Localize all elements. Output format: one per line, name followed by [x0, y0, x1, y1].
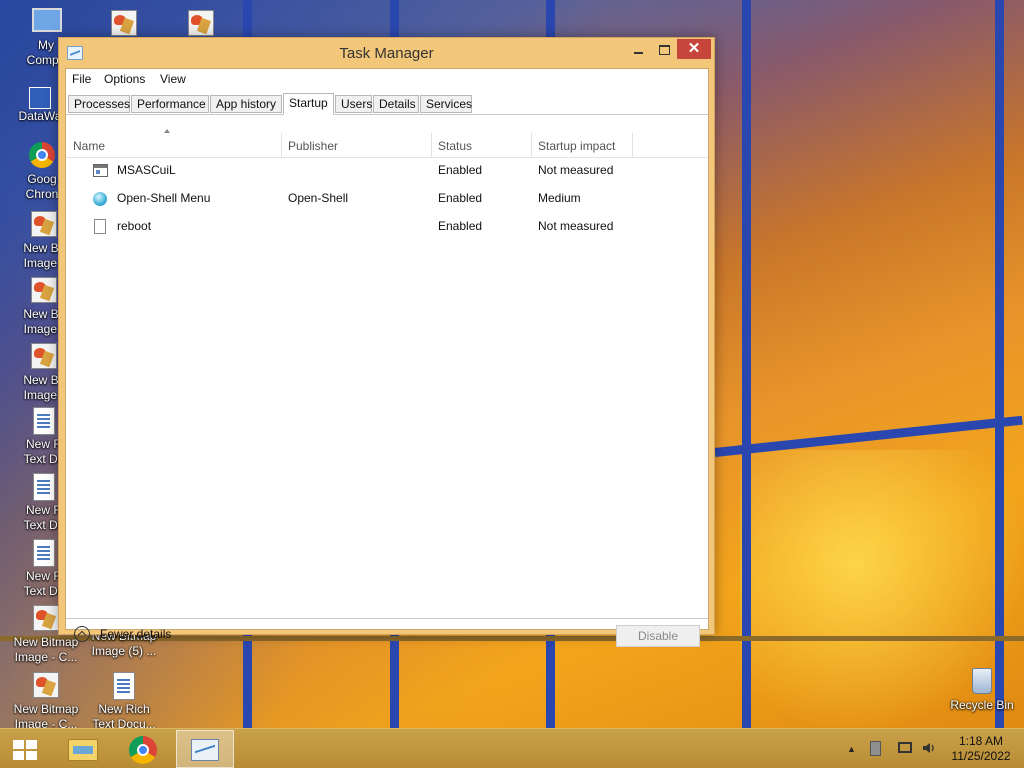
menu-bar: File Options View	[66, 69, 708, 91]
column-divider[interactable]	[531, 133, 532, 157]
bitmap-image-icon	[188, 10, 214, 36]
app-window-icon	[93, 164, 108, 177]
row-name: Open-Shell Menu	[117, 191, 211, 205]
chrome-icon	[29, 142, 55, 168]
taskbar-task-manager[interactable]	[176, 730, 234, 768]
row-impact: Medium	[538, 191, 581, 205]
menu-file[interactable]: File	[72, 72, 91, 86]
shell-icon	[93, 192, 107, 206]
row-publisher: Open-Shell	[288, 191, 349, 205]
system-clock[interactable]: 1:18 AM 11/25/2022	[946, 734, 1016, 764]
column-divider[interactable]	[431, 133, 432, 157]
chrome-icon	[129, 736, 157, 764]
volume-icon[interactable]	[922, 741, 936, 755]
rich-text-document-icon	[33, 407, 55, 435]
recycle-bin-icon	[972, 668, 992, 694]
window-content: File Options View Processes Performance …	[65, 68, 709, 647]
bitmap-image-icon	[111, 10, 137, 36]
tab-users[interactable]: Users	[335, 95, 372, 113]
show-hidden-icons-chevron-icon[interactable]: ▲	[847, 744, 856, 754]
shortcut-icon	[29, 87, 51, 109]
column-startup-impact[interactable]: Startup impact	[538, 139, 615, 153]
tab-startup[interactable]: Startup	[283, 93, 334, 115]
title-bar[interactable]: Task Manager ✕	[59, 38, 714, 68]
bitmap-image-icon	[31, 343, 57, 369]
table-row[interactable]: reboot Enabled Not measured	[66, 213, 708, 241]
minimize-button[interactable]	[625, 39, 651, 59]
task-manager-window: Task Manager ✕ File Options View Process…	[58, 37, 715, 647]
wallpaper-frame	[995, 0, 1004, 728]
desktop-icon-bitmap[interactable]	[88, 10, 160, 40]
minimize-icon	[633, 51, 643, 54]
rich-text-document-icon	[33, 539, 55, 567]
clock-time: 1:18 AM	[958, 734, 1004, 748]
tab-details[interactable]: Details	[373, 95, 419, 113]
desktop-icon-bitmap[interactable]	[165, 10, 237, 40]
tab-app-history[interactable]: App history	[210, 95, 282, 113]
close-icon: ✕	[687, 40, 701, 57]
file-explorer-icon	[68, 739, 98, 761]
column-divider[interactable]	[281, 133, 282, 157]
tab-services[interactable]: Services	[420, 95, 472, 113]
table-row[interactable]: Open-Shell Menu Open-Shell Enabled Mediu…	[66, 185, 708, 213]
flag-icon[interactable]	[870, 741, 881, 756]
chevron-up-icon	[74, 626, 90, 642]
column-publisher[interactable]: Publisher	[288, 139, 338, 153]
task-manager-icon	[191, 739, 219, 761]
column-header: Name Publisher Status Startup impact	[66, 129, 708, 158]
desktop-icon-bitmap[interactable]: New Bitmap Image - C...	[10, 672, 82, 728]
menu-view[interactable]: View	[160, 72, 186, 86]
bitmap-image-icon	[31, 277, 57, 303]
rich-text-document-icon	[113, 672, 135, 700]
disable-button[interactable]: Disable	[616, 625, 700, 647]
footer-divider	[66, 618, 708, 619]
table-row[interactable]: MSASCuiL Enabled Not measured	[66, 157, 708, 185]
fewer-details-label: Fewer details	[100, 627, 172, 641]
rich-text-document-icon	[33, 473, 55, 501]
row-status: Enabled	[438, 191, 483, 205]
column-divider[interactable]	[632, 133, 633, 157]
clock-date: 11/25/2022	[951, 749, 1011, 763]
sort-ascending-icon	[164, 129, 170, 133]
desktop-icon-rich-text[interactable]: New Rich Text Docu...	[88, 672, 160, 728]
row-status: Enabled	[438, 163, 483, 177]
file-icon	[94, 219, 106, 234]
desktop-icon-recycle-bin[interactable]: Recycle Bin	[946, 668, 1018, 713]
close-button[interactable]: ✕	[677, 39, 711, 59]
row-name: MSASCuiL	[117, 163, 176, 177]
row-impact: Not measured	[538, 219, 614, 233]
maximize-button[interactable]	[651, 39, 677, 59]
tab-processes[interactable]: Processes	[68, 95, 130, 113]
tab-performance[interactable]: Performance	[131, 95, 209, 113]
column-name[interactable]: Name	[73, 139, 105, 153]
computer-icon	[32, 8, 62, 32]
bitmap-image-icon	[33, 672, 59, 698]
row-status: Enabled	[438, 219, 483, 233]
network-icon[interactable]	[898, 742, 912, 753]
bitmap-image-icon	[33, 605, 59, 631]
menu-options[interactable]: Options	[104, 72, 145, 86]
taskbar-chrome[interactable]	[114, 730, 172, 768]
bitmap-image-icon	[31, 211, 57, 237]
start-button[interactable]	[0, 730, 50, 768]
taskbar: ▲ 1:18 AM 11/25/2022	[0, 728, 1024, 768]
column-status[interactable]: Status	[438, 139, 472, 153]
taskbar-file-explorer[interactable]	[52, 730, 110, 768]
maximize-icon	[658, 44, 670, 55]
row-impact: Not measured	[538, 163, 614, 177]
row-name: reboot	[117, 219, 152, 233]
window-title: Task Manager	[339, 45, 434, 62]
tab-divider	[66, 114, 708, 115]
windows-logo-icon	[13, 740, 37, 760]
wallpaper-frame	[742, 0, 751, 728]
